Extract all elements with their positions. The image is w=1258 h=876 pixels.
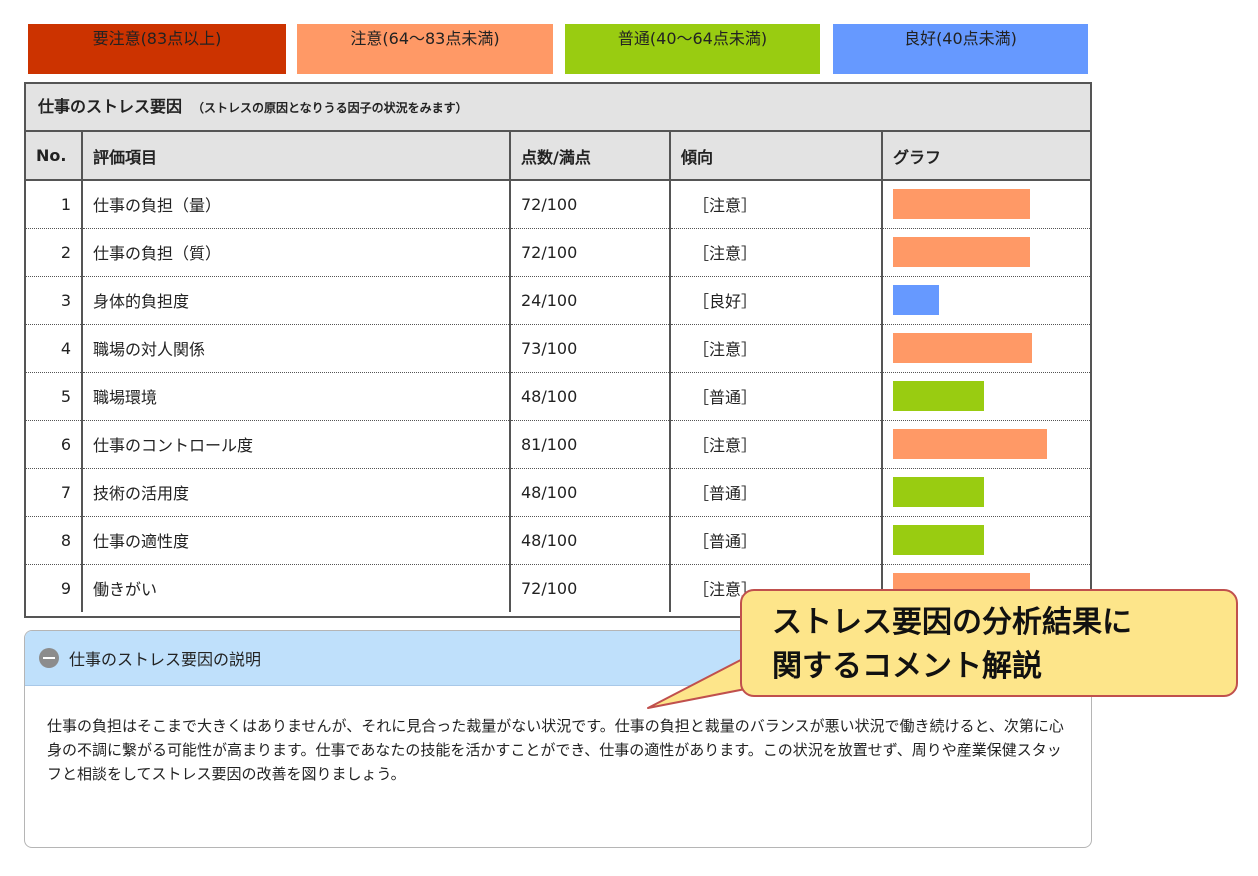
comment-callout: ストレス要因の分析結果に 関するコメント解説 xyxy=(740,589,1238,697)
callout-tail xyxy=(647,649,813,709)
callout-line-2: 関するコメント解説 xyxy=(772,649,1042,684)
callout-line-1: ストレス要因の分析結果に xyxy=(772,605,1132,640)
